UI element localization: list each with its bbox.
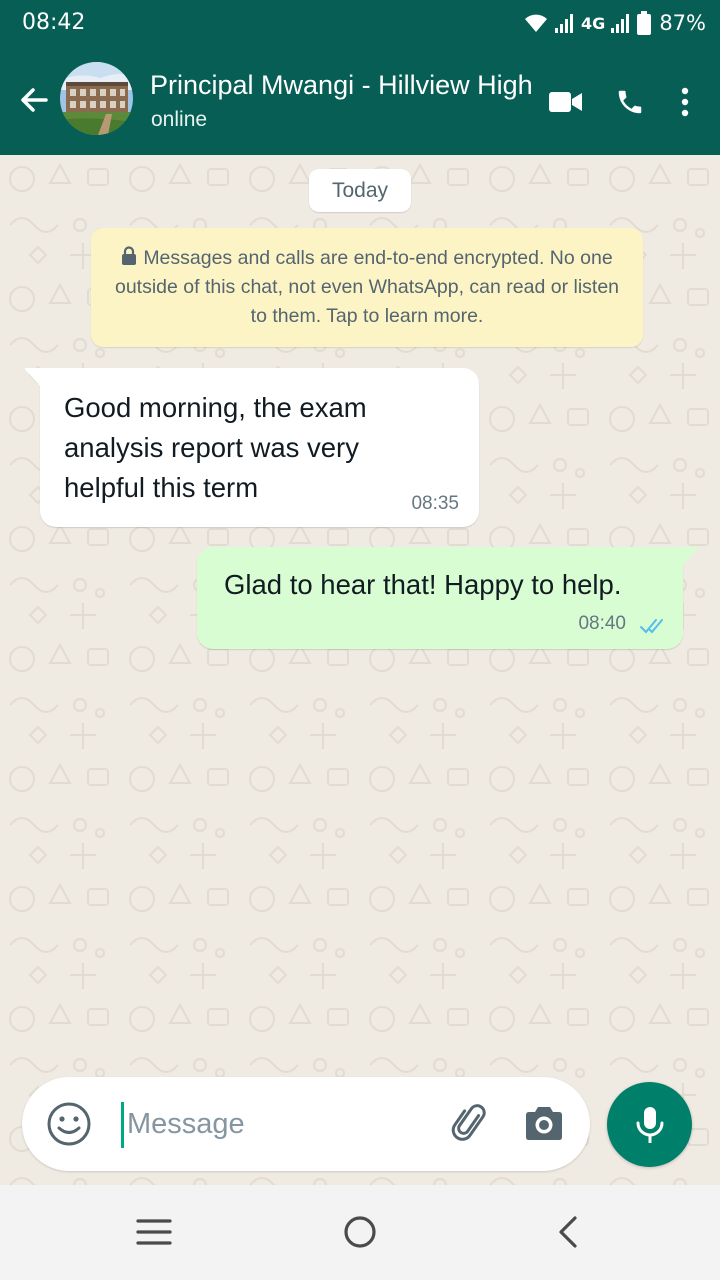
message-text: Glad to hear that! Happy to help. — [224, 569, 622, 600]
battery-level: 87% — [659, 11, 706, 35]
chat-area[interactable]: Today Messages and calls are end-to-end … — [0, 155, 720, 1185]
back-arrow-icon — [21, 88, 48, 112]
back-icon — [559, 1216, 577, 1248]
message-time: 08:40 — [578, 613, 626, 634]
system-back-button[interactable] — [543, 1209, 593, 1255]
voice-message-button[interactable] — [607, 1082, 692, 1167]
home-button[interactable] — [335, 1209, 385, 1255]
attach-button[interactable] — [450, 1103, 492, 1145]
attach-icon — [451, 1104, 486, 1141]
menu-icon — [136, 1219, 172, 1245]
encryption-notice-text: Messages and calls are end-to-end encryp… — [114, 247, 620, 327]
voice-call-button[interactable] — [610, 82, 650, 122]
emoji-icon — [47, 1102, 91, 1146]
home-icon — [344, 1216, 376, 1248]
message-composer — [22, 1077, 590, 1171]
battery-icon — [637, 11, 652, 35]
message-time: 08:35 — [411, 493, 459, 514]
encryption-notice[interactable]: Messages and calls are end-to-end encryp… — [91, 228, 643, 347]
bubble-tail — [681, 547, 699, 567]
app-header: 08:42 4G 87% Principal Mwangi - Hillview… — [0, 0, 720, 155]
status-indicators: 4G 87% — [523, 8, 706, 38]
network-type: 4G — [581, 13, 606, 33]
wifi-icon — [525, 14, 548, 32]
date-divider: Today — [309, 169, 411, 212]
bubble-tail — [24, 368, 42, 388]
contact-status: online — [151, 108, 208, 131]
video-call-icon — [549, 92, 582, 112]
voice-call-icon — [618, 90, 642, 114]
outgoing-message[interactable]: Glad to hear that! Happy to help. 08:40 — [197, 547, 699, 649]
camera-button[interactable] — [522, 1103, 566, 1145]
more-options-button[interactable] — [665, 82, 705, 122]
message-input[interactable] — [127, 1099, 437, 1149]
emoji-button[interactable] — [46, 1101, 92, 1147]
camera-icon — [526, 1107, 562, 1140]
status-time: 08:42 — [22, 10, 86, 35]
incoming-message[interactable]: Good morning, the exam analysis report w… — [24, 368, 479, 527]
recent-apps-button[interactable] — [129, 1209, 179, 1255]
back-button[interactable] — [14, 80, 54, 120]
video-call-button[interactable] — [546, 82, 586, 122]
more-options-icon — [681, 87, 689, 117]
lock-icon — [122, 246, 137, 265]
mic-icon — [636, 1106, 663, 1143]
message-text: Good morning, the exam analysis report w… — [64, 392, 367, 503]
read-receipt-icon — [640, 619, 663, 634]
system-navigation-bar — [0, 1185, 720, 1280]
contact-avatar[interactable] — [60, 62, 133, 135]
signal-icon — [555, 14, 574, 33]
contact-name[interactable]: Principal Mwangi - Hillview High — [150, 70, 533, 101]
text-cursor — [121, 1102, 124, 1148]
status-bar: 08:42 4G 87% — [0, 0, 720, 46]
school-building-image — [60, 62, 133, 135]
signal-icon — [611, 14, 630, 33]
